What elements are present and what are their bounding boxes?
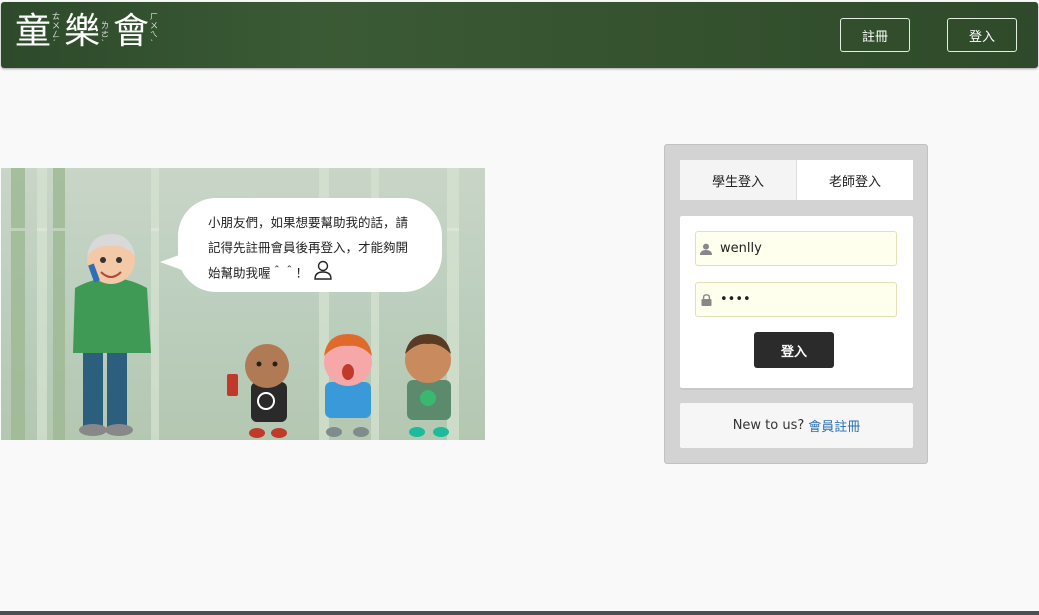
login-tabs: 學生登入 老師登入: [680, 160, 913, 200]
site-logo[interactable]: 童 ㄊㄨㄥˊ 樂 ㄌㄜˋ 會 ㄏㄨㄟˋ: [15, 6, 162, 54]
speech-bubble: 小朋友們，如果想要幫助我的話，請 記得先註冊會員後再登入，才能夠開 始幫助我喔＾…: [160, 198, 442, 292]
tab-student-login[interactable]: 學生登入: [680, 160, 797, 200]
top-navbar: 童 ㄊㄨㄥˊ 樂 ㄌㄜˋ 會 ㄏㄨㄟˋ 註冊 登入: [1, 2, 1038, 68]
bubble-text-line-3-text: 始幫助我喔＾＾！: [208, 265, 309, 281]
brown-kid-character: [227, 344, 289, 438]
username-field[interactable]: [695, 231, 897, 266]
green-shirt-kid-character: [405, 334, 451, 437]
grandpa-character: [73, 234, 151, 436]
logo-ruby-1: ㄊㄨㄥˊ: [52, 12, 61, 48]
red-haired-kid-character: [324, 334, 372, 437]
username-input[interactable]: [716, 241, 896, 256]
logo-ruby-2: ㄌㄜˋ: [101, 21, 110, 48]
tab-teacher-login[interactable]: 老師登入: [797, 160, 913, 200]
lock-icon: [696, 293, 716, 306]
user-icon: [696, 243, 716, 255]
logo-ruby-3: ㄏㄨㄟˋ: [150, 12, 159, 48]
signup-prompt-text: New to us?: [732, 418, 805, 433]
password-input[interactable]: [716, 292, 896, 307]
login-panel: 學生登入 老師登入 登入 New to us? 會員註冊: [664, 144, 928, 464]
user-outline-icon: [314, 260, 332, 288]
logo-char-3: 會: [113, 11, 151, 52]
register-button[interactable]: 註冊: [840, 18, 910, 52]
password-field[interactable]: [695, 282, 897, 317]
login-nav-button[interactable]: 登入: [947, 18, 1017, 52]
bubble-text-line-2: 記得先註冊會員後再登入，才能夠開: [208, 240, 409, 255]
bubble-text-line-3: 始幫助我喔＾＾！: [208, 260, 420, 288]
logo-char-1: 童: [15, 11, 53, 52]
hero-illustration: 小朋友們，如果想要幫助我的話，請 記得先註冊會員後再登入，才能夠開 始幫助我喔＾…: [1, 168, 485, 440]
window-bottom-edge: [0, 611, 1039, 615]
login-submit-button[interactable]: 登入: [754, 332, 834, 368]
login-form: 登入: [680, 216, 913, 388]
bubble-text-line-1: 小朋友們，如果想要幫助我的話，請: [208, 215, 409, 230]
logo-char-2: 樂: [64, 11, 102, 52]
signup-link[interactable]: 會員註冊: [808, 416, 860, 435]
signup-prompt: New to us? 會員註冊: [680, 403, 913, 448]
